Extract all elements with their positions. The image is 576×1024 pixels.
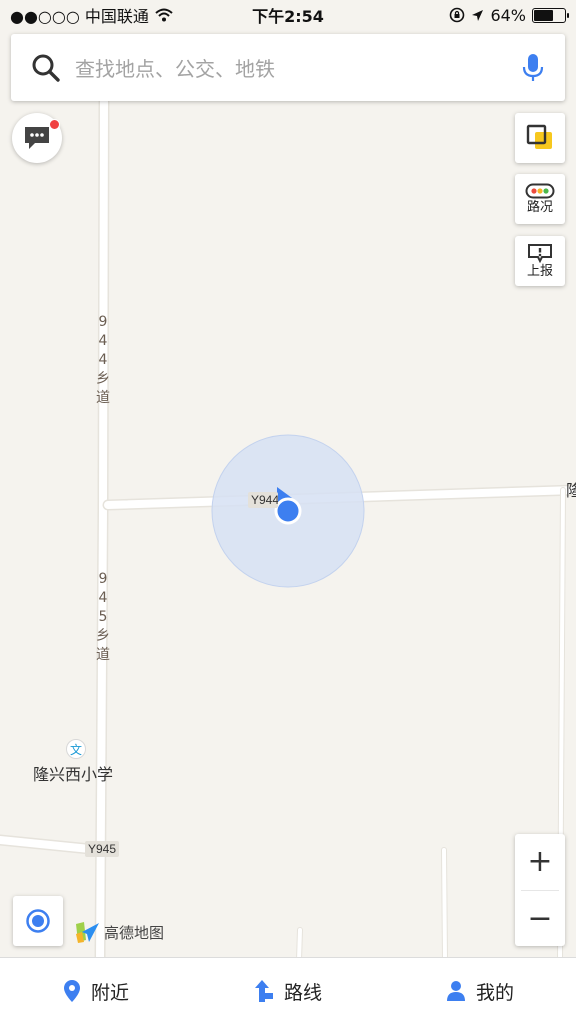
nav-mine[interactable]: 我的 [384, 958, 576, 1024]
nav-route[interactable]: 路线 [192, 958, 384, 1024]
location-pin-icon [63, 980, 80, 1002]
road-label-char: 4 [98, 590, 108, 606]
zoom-out-button[interactable]: − [515, 891, 565, 947]
status-right: 64% [449, 5, 569, 25]
road-945-label: 9 4 5 乡 道 [95, 570, 111, 665]
status-left: ●●○○○ 中国联通 [10, 3, 173, 27]
road-shield-y944: Y944 [248, 492, 278, 508]
report-alert-icon [528, 244, 552, 263]
layers-icon [526, 124, 552, 149]
road-label-char: 道 [96, 390, 110, 406]
route-arrow-icon [254, 980, 273, 1002]
locate-me-button[interactable] [13, 896, 63, 946]
layers-button[interactable] [515, 113, 565, 163]
status-bar: ●●○○○ 中国联通 下午2:54 64% [0, 0, 576, 30]
nav-nearby-label: 附近 [90, 981, 129, 1004]
nav-mine-label: 我的 [475, 981, 514, 1004]
notification-badge [49, 119, 60, 130]
traffic-button[interactable]: 路况 [515, 174, 565, 224]
carrier-signal: ●●○○○ 中国联通 [10, 7, 149, 26]
battery-fill [534, 9, 554, 21]
search-input[interactable]: 查找地点、公交、地铁 [75, 53, 521, 82]
traffic-label: 路况 [526, 200, 553, 215]
message-button[interactable] [12, 113, 62, 163]
rotation-lock-icon [450, 7, 465, 23]
road-shield-y945: Y945 [85, 841, 120, 857]
wifi-icon [155, 8, 173, 22]
map-canvas[interactable] [0, 0, 576, 1024]
zoom-control: + − [515, 834, 565, 946]
report-button[interactable]: 上报 [515, 236, 565, 286]
edge-place-label: 隆 [566, 481, 576, 500]
road-label-char: 4 [98, 352, 108, 368]
road-label-char: 道 [96, 647, 110, 663]
search-icon [32, 54, 60, 82]
road-944-label: 9 4 4 乡 道 [95, 313, 111, 408]
report-label: 上报 [526, 264, 553, 279]
person-icon [446, 981, 465, 1001]
amap-logo-icon [76, 922, 99, 943]
road-label-char: 9 [98, 571, 108, 587]
search-bar[interactable]: 查找地点、公交、地铁 [11, 34, 565, 101]
road-label-char: 乡 [96, 628, 110, 644]
road-label-char: 5 [98, 609, 108, 625]
nav-route-label: 路线 [283, 981, 322, 1004]
brand-logo: 高德地图 [74, 920, 164, 944]
traffic-light-icon [525, 183, 555, 199]
road-label-char: 4 [98, 333, 108, 349]
location-services-icon [472, 9, 484, 21]
zoom-in-button[interactable]: + [515, 834, 565, 890]
microphone-icon[interactable] [521, 53, 545, 83]
locate-target-icon [26, 909, 50, 933]
message-bubble-icon [25, 127, 49, 149]
current-location-dot [274, 497, 302, 525]
road-label-char: 9 [98, 314, 108, 330]
poi-school-label[interactable]: 隆兴西小学 [33, 761, 113, 785]
school-icon[interactable]: 文 [66, 739, 86, 759]
road-label-char: 乡 [96, 371, 110, 387]
bottom-nav: 附近 路线 我的 [0, 957, 576, 1024]
battery-percent: 64% [490, 5, 526, 25]
brand-name: 高德地图 [104, 923, 165, 942]
battery-icon [532, 7, 569, 23]
nav-nearby[interactable]: 附近 [0, 958, 192, 1024]
